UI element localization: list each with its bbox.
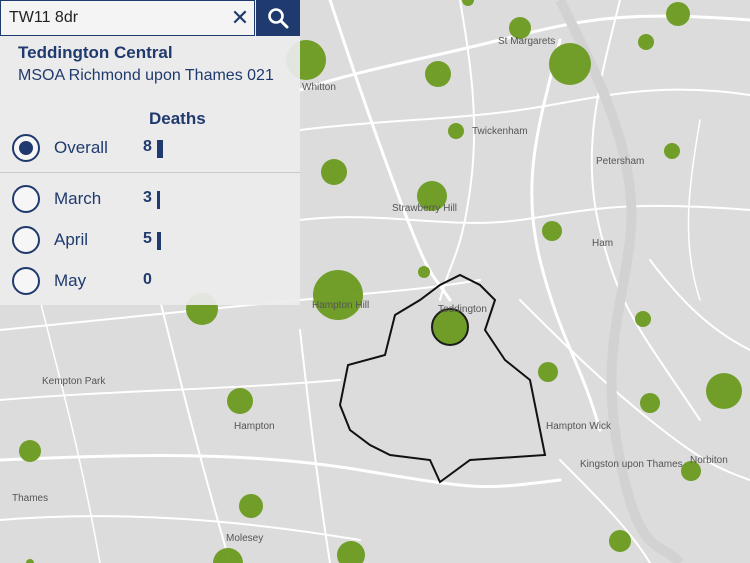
msoa-marker[interactable]	[638, 34, 654, 50]
msoa-marker[interactable]	[313, 270, 363, 320]
place-label: Hampton Hill	[312, 300, 370, 311]
msoa-marker[interactable]	[635, 311, 651, 327]
area-code: MSOA Richmond upon Thames 021	[18, 67, 274, 84]
search-icon	[268, 8, 289, 29]
row-label: April	[54, 230, 89, 249]
row-march[interactable]: March 3	[12, 185, 292, 217]
msoa-marker[interactable]	[239, 494, 263, 518]
area-name: Teddington Central	[18, 43, 173, 62]
row-april[interactable]: April 5	[12, 226, 292, 258]
place-label: Hampton Wick	[546, 421, 612, 432]
radio-april[interactable]	[12, 226, 40, 254]
msoa-marker[interactable]	[448, 123, 464, 139]
msoa-marker[interactable]	[609, 530, 631, 552]
deaths-header: Deaths	[149, 109, 206, 128]
radio-may[interactable]	[12, 267, 40, 295]
divider	[0, 172, 300, 173]
place-label: Ham	[592, 238, 614, 249]
msoa-marker[interactable]	[664, 143, 680, 159]
row-bar	[157, 191, 160, 209]
msoa-marker[interactable]	[666, 2, 690, 26]
msoa-marker[interactable]	[19, 440, 41, 462]
place-label: Whitton	[302, 82, 336, 93]
place-label: Teddington	[438, 304, 487, 315]
search-text: TW11 8dr	[9, 9, 79, 26]
row-bar	[157, 232, 161, 250]
place-label: Kingston upon Thames	[580, 459, 683, 470]
info-panel: TW11 8dr ✕ Teddington Central MSOA Richm…	[0, 0, 300, 305]
radio-overall[interactable]	[12, 134, 40, 162]
row-may[interactable]: May 0	[12, 267, 292, 299]
close-icon[interactable]: ✕	[227, 5, 253, 31]
msoa-marker[interactable]	[640, 393, 660, 413]
msoa-marker[interactable]	[542, 221, 562, 241]
place-label: Kempton Park	[42, 376, 106, 387]
row-value: 3	[143, 189, 152, 206]
row-bar	[157, 140, 163, 158]
row-label: Overall	[54, 138, 108, 157]
place-label: Molesey	[226, 533, 264, 544]
row-label: May	[54, 271, 87, 290]
search-button[interactable]	[256, 0, 300, 36]
row-value: 0	[143, 271, 152, 288]
msoa-marker[interactable]	[321, 159, 347, 185]
place-label: Strawberry Hill	[392, 203, 458, 214]
search-input[interactable]: TW11 8dr ✕	[0, 0, 255, 36]
place-label: Hampton	[234, 421, 275, 432]
msoa-marker[interactable]	[706, 373, 742, 409]
row-value: 5	[143, 230, 152, 247]
place-label: Norbiton	[690, 455, 728, 466]
row-overall[interactable]: Overall 8	[12, 134, 292, 166]
msoa-marker[interactable]	[227, 388, 253, 414]
place-label: Petersham	[596, 156, 645, 167]
radio-march[interactable]	[12, 185, 40, 213]
row-value: 8	[143, 138, 152, 155]
msoa-marker[interactable]	[549, 43, 591, 85]
msoa-marker[interactable]	[425, 61, 451, 87]
msoa-marker[interactable]	[418, 266, 430, 278]
msoa-marker[interactable]	[538, 362, 558, 382]
place-label: Thames	[12, 493, 49, 504]
place-label: Twickenham	[472, 126, 528, 137]
row-label: March	[54, 189, 102, 208]
place-label: St Margarets	[498, 36, 556, 47]
